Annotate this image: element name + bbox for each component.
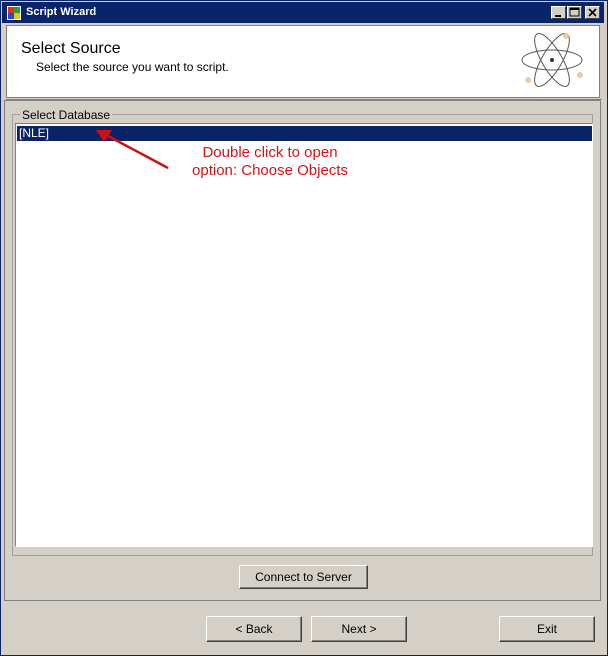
annotation-text: Double click to open option: Choose Obje… (150, 144, 390, 180)
window-title: Script Wizard (26, 6, 97, 18)
title-bar[interactable]: Script Wizard (2, 2, 604, 23)
group-legend: Select Database (20, 108, 113, 122)
page-title: Select Source (21, 40, 121, 57)
minimize-icon (555, 15, 561, 17)
close-icon (588, 8, 597, 17)
close-button[interactable] (585, 6, 600, 19)
database-list[interactable]: [NLE] (15, 123, 593, 547)
exit-button[interactable]: Exit (499, 616, 595, 642)
page-subtitle: Select the source you want to script. (36, 60, 229, 74)
next-button[interactable]: Next > (311, 616, 407, 642)
maximize-button[interactable] (567, 6, 582, 19)
annotation-line-1: Double click to open (202, 144, 338, 161)
minimize-button[interactable] (551, 6, 566, 19)
atom-icon (521, 33, 583, 87)
connect-to-server-button[interactable]: Connect to Server (239, 565, 368, 589)
annotation-line-2: option: Choose Objects (192, 162, 348, 179)
app-icon (7, 6, 21, 20)
back-button[interactable]: < Back (206, 616, 302, 642)
maximize-icon (569, 7, 580, 17)
wizard-header: Select Source Select the source you want… (6, 25, 600, 98)
